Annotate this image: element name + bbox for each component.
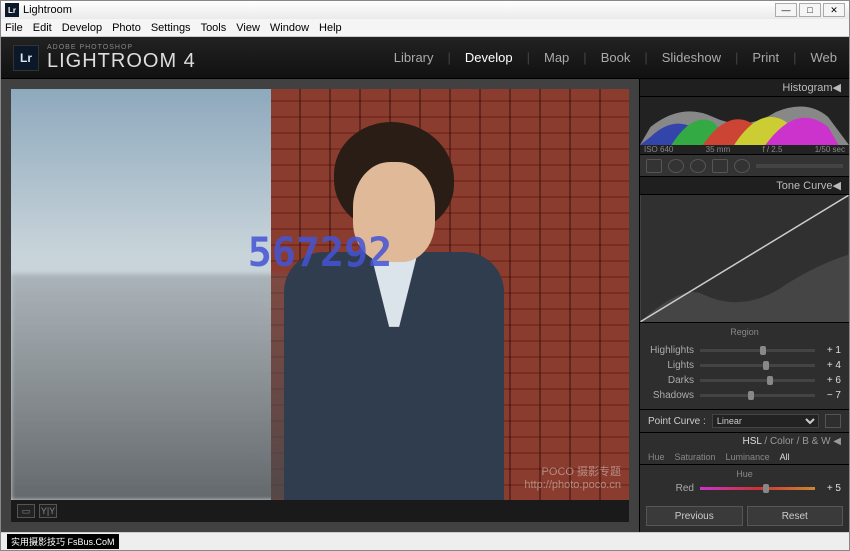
tab-all[interactable]: All [780,452,790,462]
meta-shutter: 1/50 sec [815,145,845,154]
slider-shadows[interactable]: Shadows − 7 [648,388,841,403]
module-web[interactable]: Web [811,50,838,65]
view-toolbar: ▭ Y|Y [11,500,629,522]
histogram-header[interactable]: Histogram ◀ [640,79,849,97]
brush-tool-icon[interactable] [734,159,750,173]
module-print[interactable]: Print [752,50,779,65]
footer-tag: 实用摄影技巧 FsBus.CoM [7,534,119,549]
module-picker: Library| Develop| Map| Book| Slideshow| … [394,50,837,65]
logo: Lr ADOBE PHOTOSHOP LIGHTROOM 4 [13,44,196,71]
footer: 实用摄影技巧 FsBus.CoM [1,532,849,550]
region-label: Region [640,323,849,341]
menu-settings[interactable]: Settings [151,22,191,34]
slider-darks[interactable]: Darks + 6 [648,373,841,388]
preview-area: 567292 POCO 摄影专题 http://photo.poco.cn ▭ … [1,79,639,532]
module-library[interactable]: Library [394,50,434,65]
loupe-view-icon[interactable]: ▭ [17,504,35,518]
reset-button[interactable]: Reset [747,506,844,526]
crop-tool-icon[interactable] [646,159,662,173]
app-window: Lr Lightroom — □ ✕ File Edit Develop Pho… [0,0,850,551]
hsl-header[interactable]: HSL / Color / B & W ◀ [640,433,849,450]
menubar: File Edit Develop Photo Settings Tools V… [1,19,849,37]
menu-window[interactable]: Window [270,22,309,34]
spot-tool-icon[interactable] [668,159,684,173]
brand-main: LIGHTROOM 4 [47,51,196,71]
right-panel: Histogram ◀ ISO 640 35 mm f / 2.5 [639,79,849,532]
tool-slider[interactable] [756,164,843,168]
window-title: Lightroom [23,4,72,16]
hue-section: Hue Red + 5 [640,465,849,500]
tab-hue[interactable]: Hue [648,452,665,462]
maximize-button[interactable]: □ [799,3,821,17]
point-curve-label: Point Curve : [648,416,706,427]
slider-highlights[interactable]: Highlights + 1 [648,343,841,358]
menu-photo[interactable]: Photo [112,22,141,34]
menu-view[interactable]: View [236,22,260,34]
menu-edit[interactable]: Edit [33,22,52,34]
menu-tools[interactable]: Tools [201,22,227,34]
photo-canvas[interactable]: 567292 POCO 摄影专题 http://photo.poco.cn [11,89,629,500]
local-tools [640,155,849,177]
close-button[interactable]: ✕ [823,3,845,17]
module-book[interactable]: Book [601,50,631,65]
app-header: Lr ADOBE PHOTOSHOP LIGHTROOM 4 Library| … [1,37,849,79]
slider-lights[interactable]: Lights + 4 [648,358,841,373]
bottom-buttons: Previous Reset [640,500,849,532]
module-slideshow[interactable]: Slideshow [662,50,721,65]
tab-lum[interactable]: Luminance [726,452,770,462]
app-body: Lr ADOBE PHOTOSHOP LIGHTROOM 4 Library| … [1,37,849,532]
module-develop[interactable]: Develop [465,50,513,65]
minimize-button[interactable]: — [775,3,797,17]
tonecurve-header[interactable]: Tone Curve ◀ [640,177,849,195]
histogram[interactable]: ISO 640 35 mm f / 2.5 1/50 sec [640,97,849,155]
meta-iso: ISO 640 [644,145,673,154]
point-curve-select[interactable]: Linear [712,414,819,428]
grad-tool-icon[interactable] [712,159,728,173]
logo-icon: Lr [13,45,39,71]
redeye-tool-icon[interactable] [690,159,706,173]
hsl-tabs: Hue Saturation Luminance All [640,450,849,465]
curve-edit-icon[interactable] [825,414,841,428]
tab-sat[interactable]: Saturation [675,452,716,462]
previous-button[interactable]: Previous [646,506,743,526]
app-icon: Lr [5,3,19,17]
point-curve-row: Point Curve : Linear [640,409,849,433]
watermark-text: 567292 [248,230,393,276]
hue-title: Hue [648,469,841,479]
before-after-icon[interactable]: Y|Y [39,504,57,518]
menu-file[interactable]: File [5,22,23,34]
module-map[interactable]: Map [544,50,569,65]
main-body: 567292 POCO 摄影专题 http://photo.poco.cn ▭ … [1,79,849,532]
poco-watermark: POCO 摄影专题 http://photo.poco.cn [524,466,621,492]
tone-curve[interactable] [640,195,849,323]
window-controls: — □ ✕ [775,3,845,17]
meta-focal: 35 mm [706,145,730,154]
region-sliders: Highlights + 1 Lights + 4 Darks + 6 [640,341,849,409]
menu-develop[interactable]: Develop [62,22,102,34]
menu-help[interactable]: Help [319,22,342,34]
titlebar: Lr Lightroom — □ ✕ [1,1,849,19]
meta-aperture: f / 2.5 [762,145,782,154]
slider-red[interactable]: Red + 5 [648,481,841,496]
